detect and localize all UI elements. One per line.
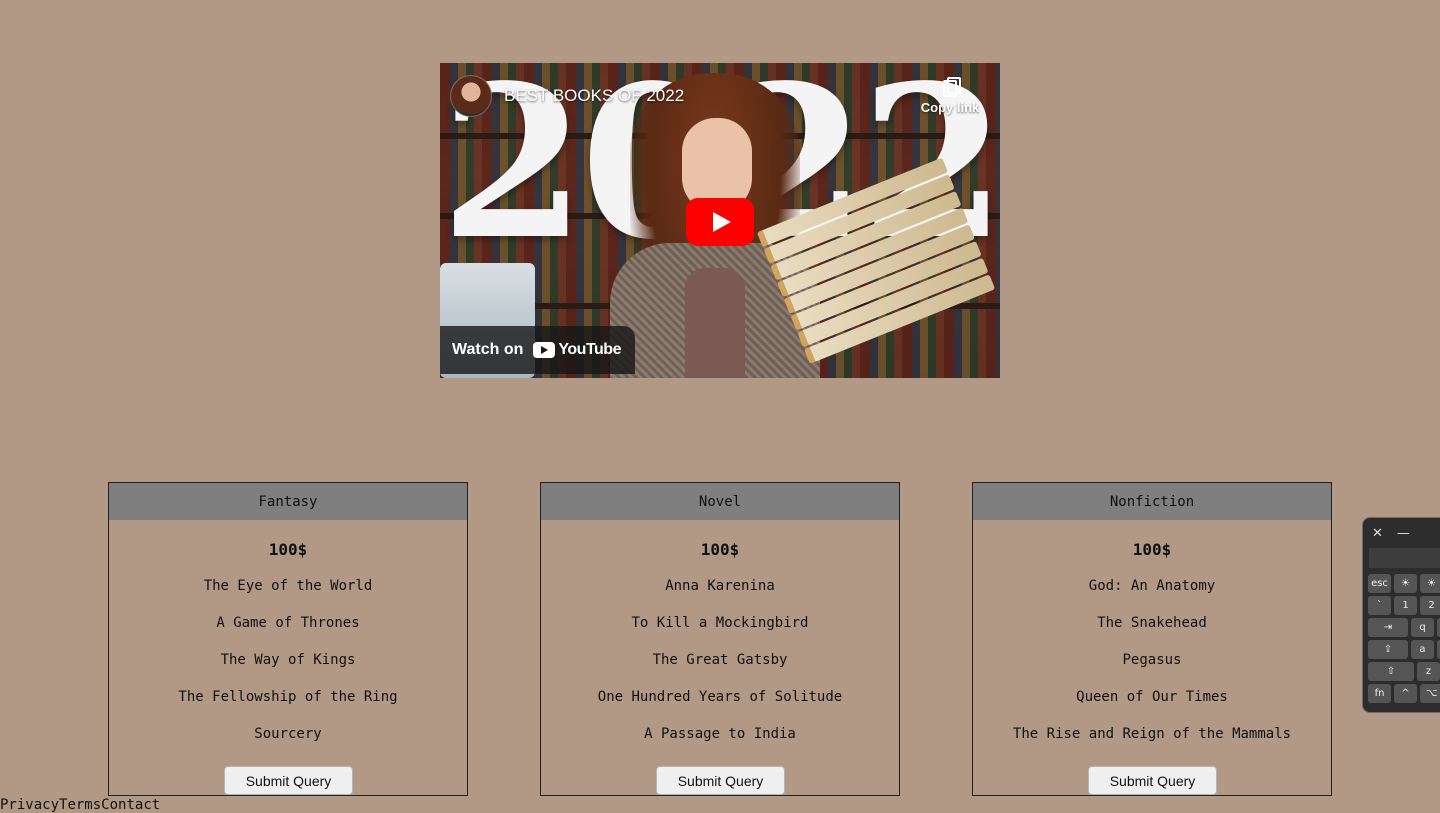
book-list: God: An Anatomy The Snakehead Pegasus Qu… bbox=[973, 578, 1331, 763]
terms-link[interactable]: Terms bbox=[59, 797, 101, 813]
key-z[interactable]: z bbox=[1417, 662, 1440, 681]
youtube-play-icon bbox=[533, 342, 556, 358]
key-a[interactable]: a bbox=[1411, 640, 1434, 659]
copy-link-button[interactable]: Copy link bbox=[920, 77, 980, 115]
key-q[interactable]: q bbox=[1411, 618, 1434, 637]
youtube-video-embed[interactable]: 2022 BEST BOOKS OF 2022 Copy link Watch … bbox=[440, 63, 1000, 378]
key-option[interactable]: ⌥ bbox=[1420, 684, 1440, 703]
book-title: The Snakehead bbox=[1097, 615, 1207, 631]
keyboard-row: ⇥ q w bbox=[1368, 618, 1440, 637]
watch-on-youtube-button[interactable]: Watch on YouTube bbox=[440, 326, 635, 374]
book-title: To Kill a Mockingbird bbox=[631, 615, 809, 631]
key-backtick[interactable]: ` bbox=[1368, 596, 1391, 615]
category-card-fantasy: Fantasy 100$ The Eye of the World A Game… bbox=[108, 482, 468, 796]
keyboard-row: ⇪ a s bbox=[1368, 640, 1440, 659]
book-title: A Game of Thrones bbox=[216, 615, 360, 631]
category-card-nonfiction: Nonfiction 100$ God: An Anatomy The Snak… bbox=[972, 482, 1332, 796]
book-title: One Hundred Years of Solitude bbox=[597, 689, 843, 705]
keyboard-row: ` 1 2 bbox=[1368, 596, 1440, 615]
copy-icon bbox=[943, 77, 961, 97]
key-shift[interactable]: ⇧ bbox=[1368, 662, 1414, 681]
key-control[interactable]: ^ bbox=[1394, 684, 1417, 703]
card-category-title: Novel bbox=[541, 483, 899, 520]
card-price: 100$ bbox=[268, 540, 308, 559]
key-2[interactable]: 2 bbox=[1420, 596, 1440, 615]
on-screen-keyboard: ✕ — esc ☀ ☀ ` 1 2 ⇥ q w ⇪ a s ⇧ z fn ^ ⌥ bbox=[1362, 517, 1440, 713]
video-title[interactable]: BEST BOOKS OF 2022 bbox=[504, 86, 684, 106]
footer-links: Privacy Terms Contact bbox=[0, 797, 160, 813]
card-price: 100$ bbox=[1132, 540, 1172, 559]
youtube-logo: YouTube bbox=[533, 341, 621, 359]
close-icon[interactable]: ✕ bbox=[1372, 526, 1383, 541]
key-fn[interactable]: fn bbox=[1368, 684, 1391, 703]
book-title: The Great Gatsby bbox=[652, 652, 788, 668]
submit-query-button[interactable]: Submit Query bbox=[656, 766, 785, 795]
keyboard-suggestion-bar bbox=[1369, 548, 1440, 568]
book-title: A Passage to India bbox=[644, 726, 796, 742]
key-1[interactable]: 1 bbox=[1394, 596, 1417, 615]
channel-avatar[interactable] bbox=[450, 75, 492, 117]
minimize-icon[interactable]: — bbox=[1397, 526, 1410, 541]
youtube-wordmark: YouTube bbox=[558, 341, 621, 358]
category-card-novel: Novel 100$ Anna Karenina To Kill a Mocki… bbox=[540, 482, 900, 796]
keyboard-titlebar: ✕ — bbox=[1363, 518, 1440, 548]
book-title: Sourcery bbox=[254, 726, 322, 742]
submit-query-button[interactable]: Submit Query bbox=[224, 766, 353, 795]
book-title: The Eye of the World bbox=[203, 578, 373, 594]
book-list: Anna Karenina To Kill a Mockingbird The … bbox=[541, 578, 899, 763]
card-price: 100$ bbox=[700, 540, 740, 559]
book-list: The Eye of the World A Game of Thrones T… bbox=[109, 578, 467, 763]
video-header: BEST BOOKS OF 2022 bbox=[450, 75, 684, 117]
privacy-link[interactable]: Privacy bbox=[0, 797, 59, 813]
keyboard-row: esc ☀ ☀ bbox=[1368, 574, 1440, 593]
book-title: Anna Karenina bbox=[665, 578, 775, 594]
book-title: The Fellowship of the Ring bbox=[178, 689, 398, 705]
key-esc[interactable]: esc bbox=[1368, 574, 1391, 593]
key-caps-lock[interactable]: ⇪ bbox=[1368, 640, 1408, 659]
key-tab[interactable]: ⇥ bbox=[1368, 618, 1408, 637]
book-title: The Rise and Reign of the Mammals bbox=[1012, 726, 1292, 742]
book-title: Queen of Our Times bbox=[1076, 689, 1228, 705]
book-title: Pegasus bbox=[1122, 652, 1182, 668]
copy-link-label: Copy link bbox=[920, 100, 980, 115]
card-category-title: Fantasy bbox=[109, 483, 467, 520]
key-brightness-down[interactable]: ☀ bbox=[1394, 574, 1417, 593]
submit-query-button[interactable]: Submit Query bbox=[1088, 766, 1217, 795]
keyboard-row: ⇧ z bbox=[1368, 662, 1440, 681]
contact-link[interactable]: Contact bbox=[101, 797, 160, 813]
keyboard-row: fn ^ ⌥ bbox=[1368, 684, 1440, 703]
card-category-title: Nonfiction bbox=[973, 483, 1331, 520]
book-title: God: An Anatomy bbox=[1088, 578, 1216, 594]
play-button[interactable] bbox=[686, 198, 754, 246]
key-brightness-up[interactable]: ☀ bbox=[1420, 574, 1440, 593]
watch-on-label: Watch on bbox=[452, 341, 524, 358]
book-title: The Way of Kings bbox=[220, 652, 356, 668]
